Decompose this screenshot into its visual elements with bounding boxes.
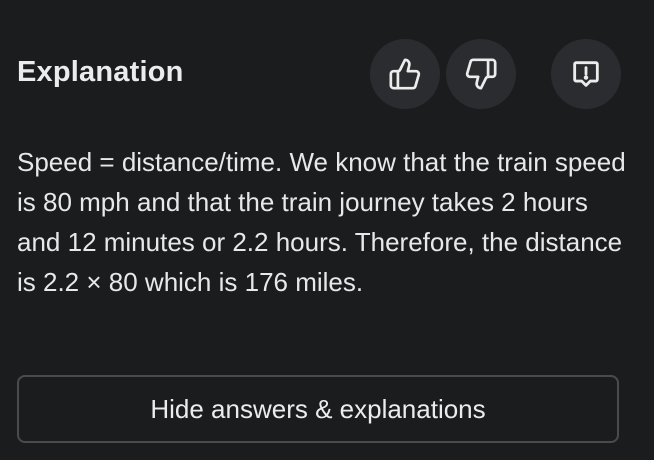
explanation-panel: Explanation Speed = distance/time. We kn…	[0, 0, 654, 460]
hide-answers-button[interactable]: Hide answers & explanations	[17, 375, 619, 443]
explanation-heading: Explanation	[17, 56, 184, 88]
explanation-text: Speed = distance/time. We know that the …	[17, 147, 626, 297]
thumbs-down-button[interactable]	[446, 39, 516, 109]
report-button[interactable]	[551, 39, 621, 109]
report-icon	[569, 57, 603, 91]
thumbs-up-button[interactable]	[370, 39, 440, 109]
thumbs-down-icon	[464, 57, 498, 91]
thumbs-up-icon	[388, 57, 422, 91]
